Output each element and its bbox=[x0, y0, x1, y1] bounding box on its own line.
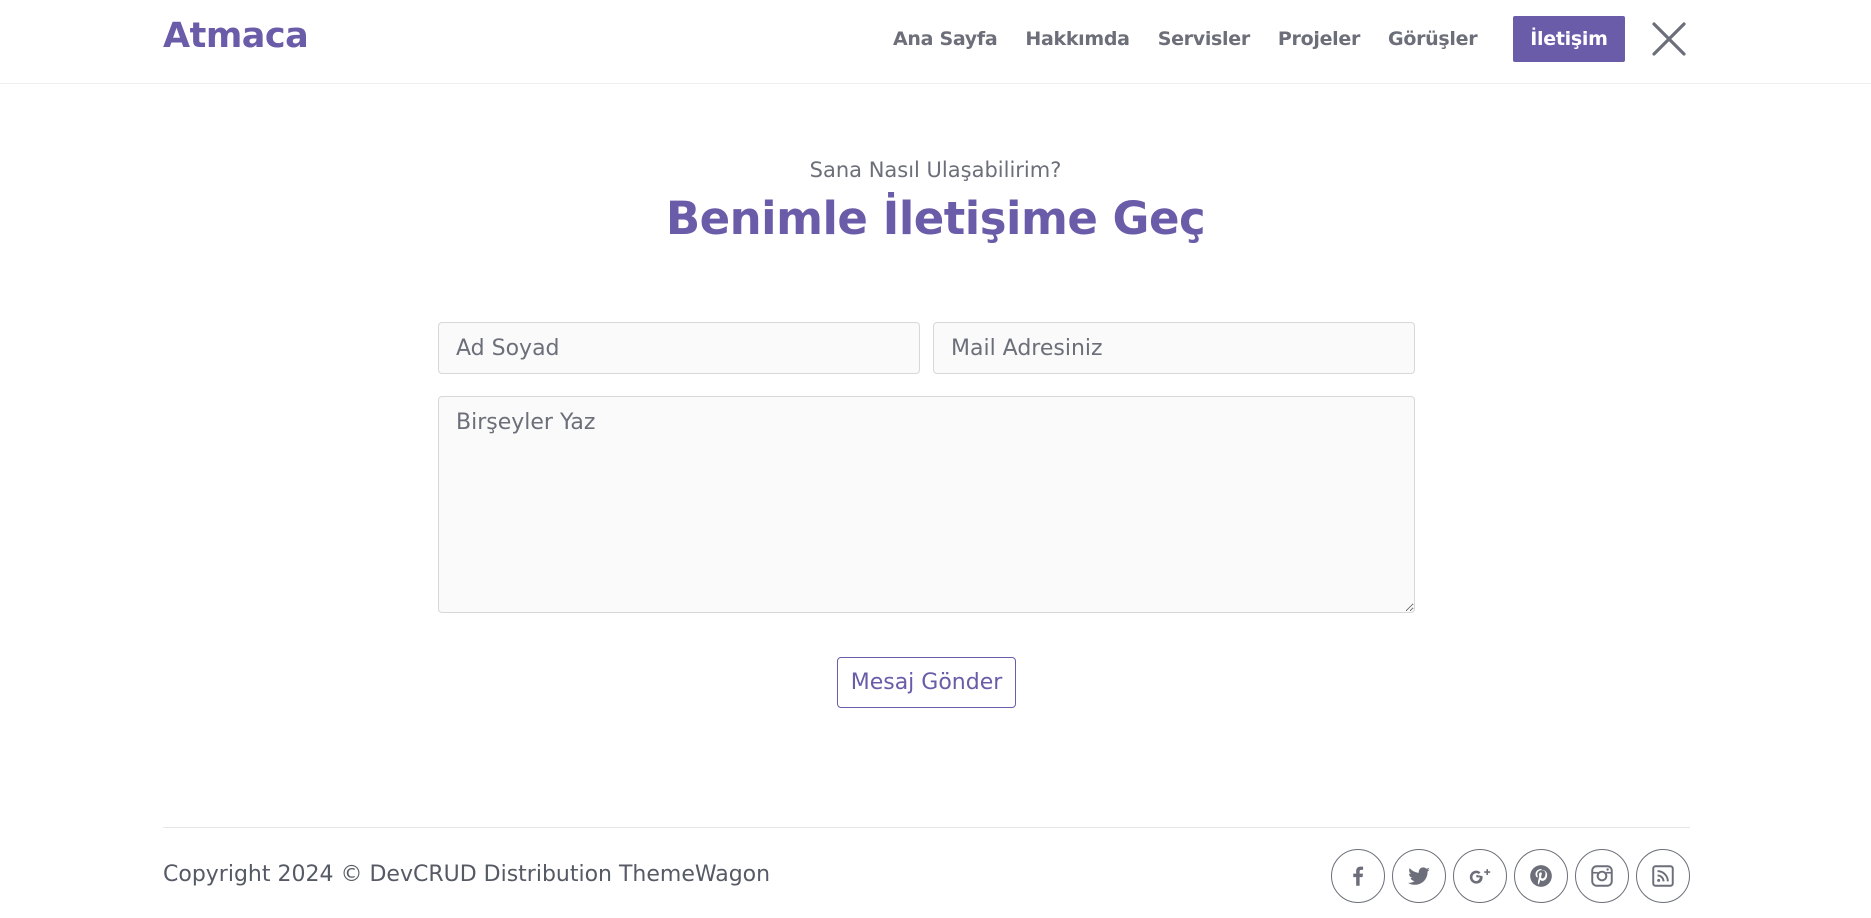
nav-item-iletisim[interactable]: İletişim bbox=[1513, 16, 1625, 62]
brand-logo[interactable]: Atmaca bbox=[163, 16, 309, 56]
top-navbar: Atmaca Ana Sayfa Hakkımda Servisler Proj… bbox=[0, 0, 1871, 84]
main-nav: Ana Sayfa Hakkımda Servisler Projeler Gö… bbox=[893, 14, 1625, 64]
nav-item-ana-sayfa[interactable]: Ana Sayfa bbox=[893, 28, 998, 50]
close-icon[interactable] bbox=[1650, 20, 1688, 58]
nav-item-servisler[interactable]: Servisler bbox=[1158, 28, 1251, 50]
rss-icon[interactable] bbox=[1636, 849, 1690, 903]
nav-item-hakkimda[interactable]: Hakkımda bbox=[1025, 28, 1130, 50]
message-textarea[interactable] bbox=[438, 396, 1415, 613]
section-title: Benimle İletişime Geç bbox=[665, 192, 1206, 245]
nav-item-gorusler[interactable]: Görüşler bbox=[1388, 28, 1478, 50]
copyright-text: Copyright 2024 © DevCRUD Distribution Th… bbox=[163, 862, 771, 887]
pinterest-icon[interactable] bbox=[1514, 849, 1568, 903]
email-input[interactable] bbox=[933, 322, 1415, 374]
twitter-icon[interactable] bbox=[1392, 849, 1446, 903]
nav-item-projeler[interactable]: Projeler bbox=[1278, 28, 1360, 50]
instagram-icon[interactable] bbox=[1575, 849, 1629, 903]
google-plus-icon[interactable] bbox=[1453, 849, 1507, 903]
name-input[interactable] bbox=[438, 322, 920, 374]
footer-divider bbox=[163, 827, 1690, 828]
section-subtitle: Sana Nasıl Ulaşabilirim? bbox=[809, 158, 1062, 182]
facebook-icon[interactable] bbox=[1331, 849, 1385, 903]
send-message-button[interactable]: Mesaj Gönder bbox=[837, 657, 1016, 708]
